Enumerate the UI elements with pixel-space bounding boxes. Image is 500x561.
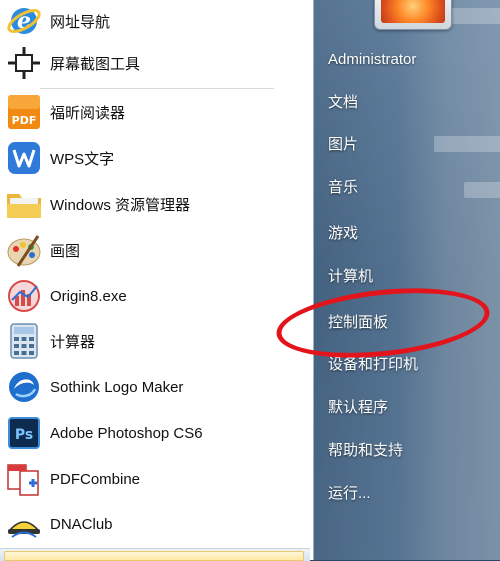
recent-item-foxit-reader[interactable]: PDF 福昕阅读器 bbox=[0, 91, 304, 133]
menu-item-pictures[interactable]: 图片 bbox=[328, 133, 358, 157]
recent-item-photoshop[interactable]: Ps Adobe Photoshop CS6 bbox=[0, 412, 304, 454]
calculator-icon bbox=[4, 321, 44, 361]
recent-item-label: 画图 bbox=[50, 242, 81, 260]
menu-item-documents[interactable]: 文档 bbox=[328, 91, 358, 115]
start-menu-places-pane: Administrator 文档 图片 音乐 游戏 计算机 控制面板 设备和打印… bbox=[314, 0, 500, 560]
background-window-glimpse bbox=[464, 182, 500, 198]
pinned-item-label: 网址导航 bbox=[50, 13, 111, 31]
photoshop-icon: Ps bbox=[4, 413, 44, 453]
recent-item-calculator[interactable]: 计算器 bbox=[0, 320, 304, 362]
recent-item-dnaclub[interactable]: DNAClub bbox=[0, 503, 304, 545]
user-avatar-image bbox=[381, 0, 445, 23]
pinned-item-screenshot-tool[interactable]: 屏幕截图工具 bbox=[0, 42, 304, 84]
screenshot-crosshair-icon bbox=[4, 43, 44, 83]
menu-item-help-support[interactable]: 帮助和支持 bbox=[328, 439, 403, 463]
recent-item-windows-explorer[interactable]: Windows 资源管理器 bbox=[0, 183, 304, 225]
recent-item-sothink-logo-maker[interactable]: Sothink Logo Maker bbox=[0, 366, 304, 408]
recent-item-label: WPS文字 bbox=[50, 150, 115, 168]
menu-item-control-panel[interactable]: 控制面板 bbox=[328, 311, 388, 335]
recent-item-label: DNAClub bbox=[50, 515, 113, 533]
pinned-item-label: 屏幕截图工具 bbox=[50, 55, 141, 73]
foxit-pdf-icon: PDF bbox=[4, 92, 44, 132]
menu-item-computer[interactable]: 计算机 bbox=[328, 265, 373, 289]
recent-item-pdfcombine[interactable]: PDFCombine bbox=[0, 458, 304, 500]
start-menu-programs-pane: e 网址导航 屏幕截图工具 PDF 福昕阅读器 WPS文字 Windows 资源… bbox=[0, 0, 314, 561]
menu-item-default-programs[interactable]: 默认程序 bbox=[328, 396, 388, 420]
recent-item-label: Windows 资源管理器 bbox=[50, 196, 191, 214]
recent-item-label: 福昕阅读器 bbox=[50, 104, 126, 122]
svg-text:PDF: PDF bbox=[12, 114, 37, 127]
recent-item-label: 计算器 bbox=[50, 333, 96, 351]
pinned-item-web-navigation[interactable]: e 网址导航 bbox=[0, 0, 304, 42]
ie-browser-icon: e bbox=[4, 1, 44, 41]
recent-item-wps-writer[interactable]: WPS文字 bbox=[0, 137, 304, 179]
background-window-glimpse bbox=[434, 136, 500, 152]
folder-explorer-icon bbox=[4, 184, 44, 224]
menu-item-devices-printers[interactable]: 设备和打印机 bbox=[328, 353, 418, 377]
all-programs-strip[interactable] bbox=[0, 548, 310, 561]
menu-item-music[interactable]: 音乐 bbox=[328, 176, 358, 200]
sothink-logo-icon bbox=[4, 367, 44, 407]
paint-palette-icon bbox=[4, 230, 44, 270]
recent-item-label: Adobe Photoshop CS6 bbox=[50, 424, 203, 442]
user-avatar[interactable] bbox=[374, 0, 452, 30]
menu-item-games[interactable]: 游戏 bbox=[328, 222, 358, 246]
dnaclub-icon bbox=[4, 504, 44, 544]
recent-item-label: Origin8.exe bbox=[50, 287, 127, 305]
recent-item-origin8[interactable]: Origin8.exe bbox=[0, 275, 304, 317]
recent-item-paint[interactable]: 画图 bbox=[0, 229, 304, 271]
recent-item-label: Sothink Logo Maker bbox=[50, 378, 184, 396]
wps-writer-icon bbox=[4, 138, 44, 178]
menu-item-user-folder[interactable]: Administrator bbox=[328, 48, 416, 72]
origin-app-icon bbox=[4, 276, 44, 316]
pdf-combine-icon bbox=[4, 459, 44, 499]
svg-text:Ps: Ps bbox=[15, 427, 33, 443]
menu-item-run[interactable]: 运行... bbox=[328, 482, 371, 506]
pinned-separator bbox=[40, 88, 274, 89]
recent-item-label: PDFCombine bbox=[50, 470, 141, 488]
